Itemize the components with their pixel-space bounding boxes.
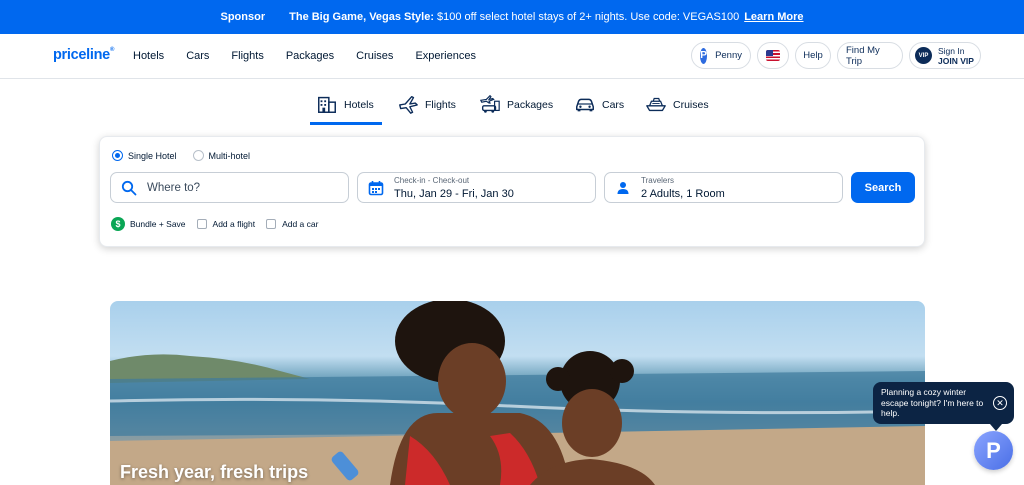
priceline-logo[interactable]: priceline® [53,47,114,63]
penny-icon: P [700,47,708,64]
bundle-save-label: Bundle + Save [130,219,186,229]
us-flag-icon [766,50,780,61]
destination-placeholder: Where to? [147,181,201,194]
hotel-type-radio-group: Single Hotel Multi-hotel [112,150,266,161]
find-my-trip-label: Find My Trip [846,44,880,67]
plane-icon [399,95,418,114]
main-nav: Hotels Cars Flights Packages Cruises Exp… [133,50,498,62]
single-hotel-label: Single Hotel [128,150,177,161]
penny-label: Penny [715,50,742,61]
bundle-options: $ Bundle + Save Add a flight Add a car [111,217,329,231]
hotel-search-card: Single Hotel Multi-hotel Where to? Check… [99,136,925,247]
nav-cars[interactable]: Cars [186,50,209,62]
car-icon [576,98,594,112]
join-vip-label: JOIN VIP [938,55,974,66]
tab-hotels[interactable]: Hotels [310,92,382,125]
help-button[interactable]: Help [795,42,831,69]
date-range-field[interactable]: Check-in - Check-out Thu, Jan 29 - Fri, … [357,172,596,203]
nav-packages[interactable]: Packages [286,50,334,62]
vip-icon: VIP [915,47,932,64]
penny-chat-button[interactable]: P [974,431,1013,470]
close-icon[interactable]: ✕ [993,396,1007,410]
tab-packages-label: Packages [507,99,554,111]
radio-unselected-icon [192,150,204,161]
sign-in-button[interactable]: VIP Sign In JOIN VIP [909,42,981,69]
travelers-field[interactable]: Travelers 2 Adults, 1 Room [604,172,843,203]
radio-selected-icon [112,150,123,161]
learn-more-link[interactable]: Learn More [744,11,803,23]
tab-flights[interactable]: Flights [397,92,456,125]
tab-cars-label: Cars [602,99,625,111]
add-car-label: Add a car [282,219,319,229]
chat-bubble-tail [990,424,1002,431]
promo-headline: The Big Game, Vegas Style: [289,11,435,23]
package-icon [479,94,500,113]
nav-flights[interactable]: Flights [231,50,263,62]
single-hotel-radio[interactable]: Single Hotel [112,150,177,161]
travelers-label: Travelers [641,176,675,185]
checkbox-icon [266,219,277,229]
travelers-value: 2 Adults, 1 Room [641,188,725,200]
dates-label: Check-in - Check-out [394,176,470,185]
add-car-checkbox[interactable]: Add a car [266,219,318,229]
tab-flights-label: Flights [425,99,456,111]
product-tabs: Hotels Flights Packages Cars Cruises [0,92,1024,125]
cruise-icon [646,97,666,112]
promo-banner: Sponsor The Big Game, Vegas Style: $100 … [0,0,1024,34]
search-icon [121,180,137,195]
find-my-trip-button[interactable]: Find My Trip [837,42,903,69]
add-flight-label: Add a flight [212,219,256,229]
penny-avatar-icon: P [986,437,1001,463]
add-flight-checkbox[interactable]: Add a flight [196,219,256,229]
hero-beach-image [110,301,925,485]
chat-message: Planning a cozy winter escape tonight? I… [881,387,984,418]
hero-banner[interactable]: Fresh year, fresh trips [110,301,925,485]
promo-text: $100 off select hotel stays of 2+ nights… [437,11,740,23]
tab-cars[interactable]: Cars [574,92,624,125]
nav-cruises[interactable]: Cruises [356,50,393,62]
tab-cruises[interactable]: Cruises [645,92,709,125]
hotel-icon [318,96,336,113]
sponsor-label: Sponsor [220,11,266,23]
multi-hotel-radio[interactable]: Multi-hotel [192,150,251,161]
sign-in-label: Sign In [938,45,965,56]
tab-hotels-label: Hotels [344,99,374,111]
penny-button[interactable]: P Penny [691,42,751,69]
dollar-icon: $ [111,217,125,231]
search-button[interactable]: Search [851,172,915,203]
hero-title: Fresh year, fresh trips [120,462,309,482]
nav-experiences[interactable]: Experiences [415,50,476,62]
checkbox-icon [196,219,207,229]
tab-packages[interactable]: Packages [479,92,553,125]
calendar-icon [368,180,384,195]
language-button[interactable] [757,42,789,69]
nav-hotels[interactable]: Hotels [133,50,164,62]
multi-hotel-label: Multi-hotel [208,150,251,161]
help-label: Help [803,50,823,61]
penny-chat-bubble[interactable]: Planning a cozy winter escape tonight? I… [873,382,1014,424]
destination-input[interactable]: Where to? [110,172,349,203]
person-icon [617,181,629,194]
site-header: priceline® Hotels Cars Flights Packages … [0,34,1024,79]
tab-cruises-label: Cruises [673,99,709,111]
dates-value: Thu, Jan 29 - Fri, Jan 30 [394,188,514,200]
